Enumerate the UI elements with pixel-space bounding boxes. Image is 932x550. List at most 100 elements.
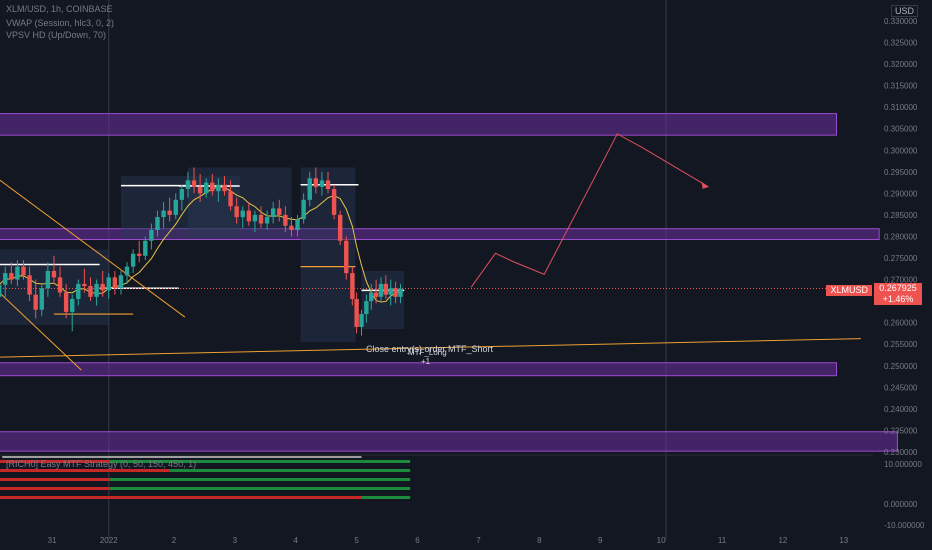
- candle-body: [319, 180, 325, 187]
- candle-body: [70, 298, 75, 312]
- projection-arrowhead: [701, 181, 709, 189]
- candle-body: [173, 199, 178, 215]
- candle-body: [210, 182, 215, 192]
- candle-body: [155, 217, 160, 230]
- last-price-value: 0.267925: [879, 283, 917, 293]
- candle-body: [167, 210, 172, 215]
- strategy-bar-green: [169, 469, 411, 472]
- strategy-bar-green: [109, 487, 411, 490]
- x-tick-label: 3: [233, 536, 238, 545]
- candle-body: [21, 266, 26, 276]
- long-quantity: +1: [421, 357, 431, 366]
- strategy-bar-green: [109, 478, 411, 481]
- candle-body: [82, 283, 87, 287]
- zone-box: [0, 113, 838, 136]
- candle-body: [369, 292, 374, 302]
- x-tick-label: 2022: [100, 536, 118, 545]
- strategy-bar-green: [361, 496, 411, 499]
- candle-body: [331, 189, 337, 215]
- candle-body: [9, 273, 14, 280]
- x-tick-label: 12: [778, 536, 787, 545]
- candle-body: [270, 208, 276, 218]
- last-price-change: +1.46%: [882, 294, 914, 304]
- x-tick-label: 13: [839, 536, 848, 545]
- projection-path: [470, 133, 709, 288]
- strategy-bar-red: [0, 496, 362, 499]
- candle-body: [240, 210, 245, 218]
- candle-body: [364, 301, 369, 315]
- candle-body: [197, 186, 203, 194]
- candle-body: [112, 277, 118, 289]
- strategy-bar-gray: [2, 456, 362, 458]
- y-tick-label: 0.325000: [884, 38, 918, 47]
- y-tick-label: 0.245000: [884, 383, 918, 392]
- y-tick-label: 0.240000: [884, 405, 918, 414]
- candle-body: [350, 273, 355, 299]
- y-tick-label: 0.250000: [884, 362, 918, 371]
- candle-body: [234, 206, 239, 218]
- candle-body: [161, 210, 166, 218]
- lower-y-tick-label: 0.000000: [884, 500, 918, 509]
- candle-body: [76, 283, 81, 299]
- candle-body: [228, 191, 233, 207]
- price-chart[interactable]: 0.330000 0.325000 0.320000 0.315000 0.310000…: [0, 0, 932, 550]
- strategy-bar-red: [0, 487, 110, 490]
- candle-body: [393, 288, 398, 297]
- y-tick-label: 0.260000: [884, 319, 918, 328]
- zone-box: [0, 431, 898, 452]
- x-tick-label: 9: [598, 536, 603, 545]
- y-tick-label: 0.320000: [884, 60, 918, 69]
- candle-body: [179, 189, 185, 200]
- candle-body: [337, 214, 343, 241]
- y-tick-label: 0.285000: [884, 211, 918, 220]
- volume-profile-box: [361, 270, 405, 330]
- candle-body: [277, 208, 282, 215]
- candle-body: [106, 277, 111, 291]
- candle-body: [39, 288, 44, 310]
- y-tick-label: 0.315000: [884, 82, 918, 91]
- lower-y-tick-label: 10.000000: [884, 460, 922, 469]
- candle-body: [3, 273, 8, 285]
- x-tick-label: 31: [48, 536, 57, 545]
- x-tick-label: 11: [718, 536, 727, 545]
- long-annotation: MTF_Long: [408, 348, 447, 357]
- candle-body: [307, 178, 312, 200]
- candle-body: [295, 219, 300, 230]
- candle-body: [191, 180, 197, 187]
- candle-body: [143, 240, 148, 256]
- currency-label[interactable]: USD: [891, 5, 919, 17]
- candle-body: [33, 294, 38, 310]
- candle-body: [57, 277, 63, 293]
- x-tick-label: 7: [476, 536, 481, 545]
- candle-body: [283, 214, 288, 226]
- strategy-bar-green: [109, 460, 411, 463]
- y-tick-label: 0.295000: [884, 168, 918, 177]
- candle-body: [325, 180, 331, 190]
- candle-body: [222, 184, 227, 192]
- y-tick-label: 0.230000: [884, 448, 918, 457]
- candle-body: [359, 314, 364, 327]
- candle-body: [124, 266, 130, 276]
- candle-body: [137, 253, 142, 256]
- x-tick-label: 4: [294, 536, 299, 545]
- y-tick-label: 0.290000: [884, 189, 918, 198]
- candle-body: [88, 286, 93, 297]
- candle-body: [252, 214, 258, 222]
- symbol-price-tag: XLMUSD: [826, 285, 872, 296]
- candle-body: [45, 270, 51, 289]
- x-tick-label: 2: [172, 536, 177, 545]
- strategy-bar-red: [0, 460, 110, 463]
- y-tick-label: 0.275000: [884, 254, 918, 263]
- candle-body: [216, 184, 221, 192]
- candle-body: [94, 283, 99, 297]
- y-tick-label: 0.235000: [884, 426, 918, 435]
- candle-body: [264, 217, 270, 224]
- zone-box: [0, 362, 838, 377]
- candle-body: [130, 253, 136, 267]
- lower-y-tick-label: -10.000000: [884, 521, 925, 530]
- candle-body: [246, 210, 252, 222]
- candle-body: [204, 182, 209, 194]
- candle-body: [289, 225, 294, 230]
- candle-body: [63, 292, 69, 312]
- candle-body: [51, 270, 57, 278]
